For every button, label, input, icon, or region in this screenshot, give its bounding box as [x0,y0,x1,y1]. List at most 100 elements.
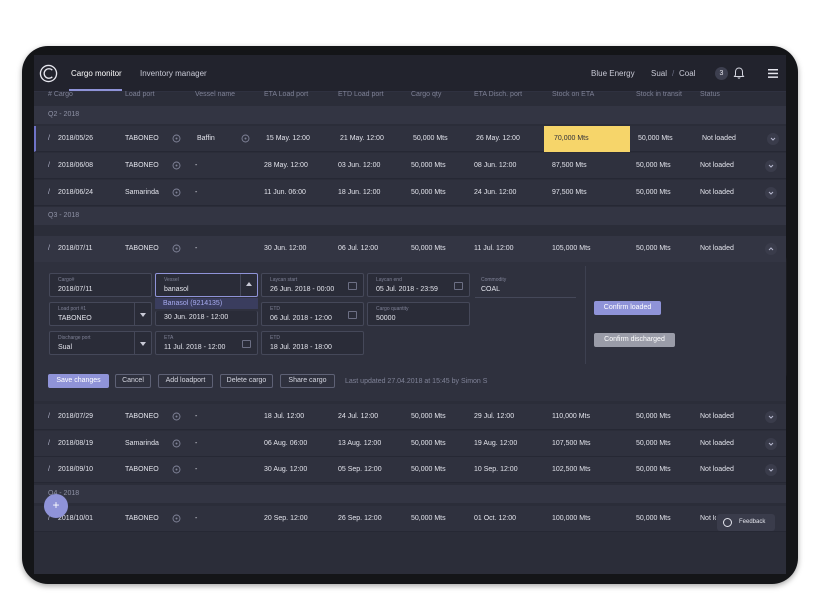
stock-in-transit: 50,000 Mts [636,162,671,169]
pencil-icon[interactable]: / [48,413,50,420]
cancel-button[interactable]: Cancel [115,374,151,388]
cargo-quantity-field[interactable]: Cargo quantity 50000 [367,302,470,326]
calendar-icon[interactable] [348,282,357,290]
delete-cargo-button[interactable]: Delete cargo [220,374,273,388]
table-row[interactable]: / 2018/06/08 TABONEO - 28 May. 12:00 03 … [34,153,786,179]
etd-load-field[interactable]: ETD 06 Jul. 2018 - 12:00 [261,302,364,326]
col-header-vessel[interactable]: Vessel name [195,91,235,98]
col-header-stock-eta[interactable]: Stock on ETA [552,91,594,98]
col-header-cargo[interactable]: # Cargo [48,91,73,98]
etd-disch-field[interactable]: ETD 18 Jul. 2018 - 18:00 [261,331,364,355]
field-value: 18 Jul. 2018 - 18:00 [270,344,332,351]
chevron-down-icon[interactable] [765,411,777,423]
calendar-icon[interactable] [242,340,251,348]
status: Not loaded [700,413,734,420]
stock-in-transit: 50,000 Mts [636,245,671,252]
col-header-load-port[interactable]: Load port [125,91,155,98]
location-pin-icon[interactable] [172,161,181,170]
feedback-button[interactable]: Feedback [717,514,775,531]
field-value: Sual [58,344,73,351]
table-row[interactable]: / 2018/05/26 TABONEO Baffin 15 May. 12:0… [34,126,786,152]
eta-disch-field[interactable]: ETA 11 Jul. 2018 - 12:00 [155,331,258,355]
cargo-qty: 50,000 Mts [411,245,446,252]
cargo-number-field[interactable]: Cargo# 2018/07/11 [49,273,152,297]
vessel-suggestion-option[interactable]: Banasol (9214135) [155,298,258,309]
table-row[interactable]: / 2018/09/10 TABONEO - 30 Aug. 12:00 05 … [34,457,786,483]
vessel-name: - [195,245,198,252]
add-cargo-fab[interactable]: + [44,494,68,518]
location-pin-icon[interactable] [172,514,181,523]
load-port: Samarinda [125,189,159,196]
cargo-qty: 50,000 Mts [411,162,446,169]
commodity-selector[interactable]: Coal [679,69,695,78]
chevron-down-icon[interactable] [767,133,779,145]
col-header-cargo-qty[interactable]: Cargo qty [411,91,441,98]
app-logo-icon[interactable] [39,64,58,83]
table-row[interactable]: / 2018/06/24 Samarinda - 11 Jun. 06:00 1… [34,180,786,206]
status: Not loaded [700,466,734,473]
pencil-icon[interactable]: / [48,440,50,447]
chevron-up-icon[interactable] [765,243,777,255]
vessel-name: - [195,440,198,447]
confirm-loaded-button[interactable]: Confirm loaded [594,301,661,315]
location-pin-icon[interactable] [241,134,250,143]
table-row[interactable]: / 2018/08/19 Samarinda - 06 Aug. 06:00 1… [34,431,786,457]
chevron-down-icon[interactable] [765,160,777,172]
location-pin-icon[interactable] [172,134,181,143]
col-header-eta-disch[interactable]: ETA Disch. port [474,91,522,98]
eta-disch: 10 Sep. 12:00 [474,466,518,473]
pencil-icon[interactable]: / [48,466,50,473]
location-pin-icon[interactable] [172,244,181,253]
calendar-icon[interactable] [348,311,357,319]
location-pin-icon[interactable] [172,465,181,474]
table-row[interactable]: / 2018/07/29 TABONEO - 18 Jul. 12:00 24 … [34,404,786,430]
notification-count-badge[interactable]: 3 [715,67,728,80]
col-header-status[interactable]: Status [700,91,720,98]
discharge-port-select[interactable]: Discharge port Sual [49,331,152,355]
vessel-input[interactable]: Vessel banasol [155,273,258,297]
pencil-icon[interactable]: / [48,135,50,142]
save-changes-button[interactable]: Save changes [48,374,109,388]
pencil-icon[interactable]: / [48,189,50,196]
chevron-down-icon[interactable] [140,342,146,346]
location-selector[interactable]: Sual [651,69,667,78]
chevron-down-icon[interactable] [765,187,777,199]
stock-in-transit: 50,000 Mts [636,515,671,522]
location-pin-icon[interactable] [172,188,181,197]
cargo-qty: 50,000 Mts [411,440,446,447]
load-port-select[interactable]: Load port #1 TABONEO [49,302,152,326]
eta-load-field[interactable]: 30 Jun. 2018 - 12:00 [155,311,258,326]
share-cargo-button[interactable]: Share cargo [280,374,335,388]
laycan-start-field[interactable]: Laycan start 26 Jun. 2018 - 00:00 [261,273,364,297]
company-selector[interactable]: Blue Energy [591,69,635,78]
col-header-eta-load[interactable]: ETA Load port [264,91,308,98]
tab-cargo-monitor[interactable]: Cargo monitor [71,69,122,78]
vessel-name: - [195,189,198,196]
stock-on-eta: 87,500 Mts [552,162,587,169]
field-value: 30 Jun. 2018 - 12:00 [164,314,229,321]
confirm-discharged-button[interactable]: Confirm discharged [594,333,675,347]
field-label: Discharge port [58,335,91,341]
location-pin-icon[interactable] [172,412,181,421]
bell-icon[interactable] [732,66,746,80]
calendar-icon[interactable] [454,282,463,290]
chevron-up-icon[interactable] [246,282,252,286]
chevron-down-icon[interactable] [765,464,777,476]
laycan-end-field[interactable]: Laycan end 05 Jul. 2018 - 23:59 [367,273,470,297]
commodity-value: COAL [481,286,501,293]
chevron-down-icon[interactable] [765,438,777,450]
table-row[interactable]: / 2018/10/01 TABONEO - 20 Sep. 12:00 26 … [34,506,786,532]
cargo-id: 2018/07/29 [58,413,94,420]
vessel-name: - [195,466,198,473]
stock-on-eta: 100,000 Mts [552,515,591,522]
chevron-down-icon[interactable] [140,313,146,317]
col-header-stock-transit[interactable]: Stock in transit [636,91,682,98]
col-header-etd-load[interactable]: ETD Load port [338,91,384,98]
tab-inventory-manager[interactable]: Inventory manager [140,69,207,78]
pencil-icon[interactable]: / [48,162,50,169]
location-pin-icon[interactable] [172,439,181,448]
pencil-icon[interactable]: / [48,245,50,252]
table-row-expanded[interactable]: / 2018/07/11 TABONEO - 30 Jun. 12:00 06 … [34,236,786,262]
menu-icon[interactable] [768,69,778,78]
add-loadport-button[interactable]: Add loadport [158,374,213,388]
